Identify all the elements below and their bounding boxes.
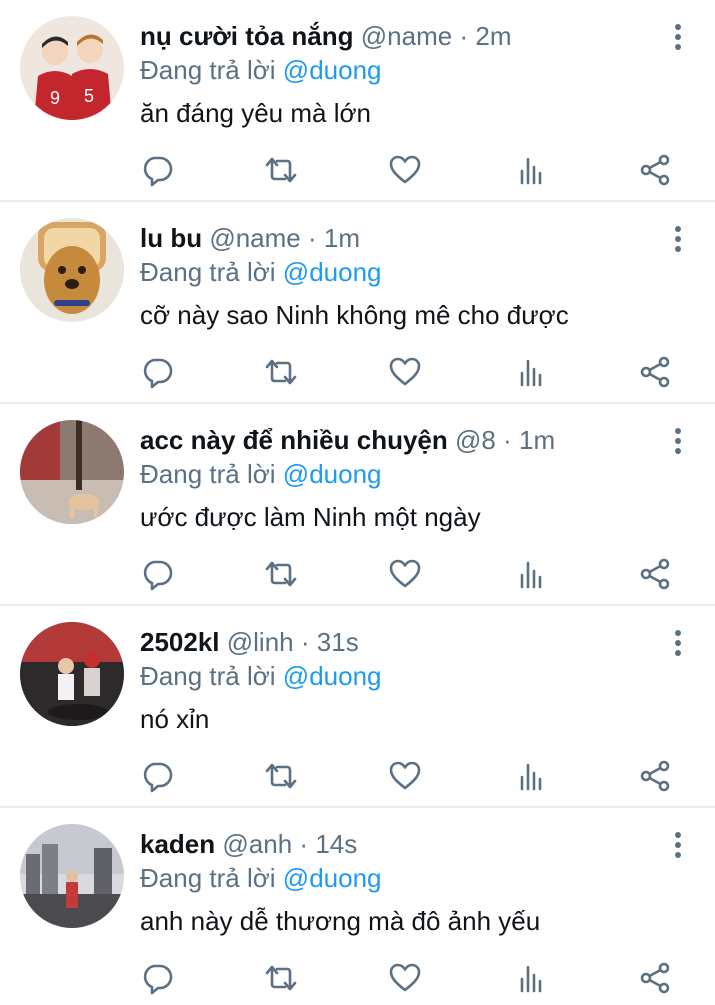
user-handle[interactable]: @linh bbox=[227, 627, 294, 657]
user-name[interactable]: kaden bbox=[140, 829, 215, 859]
more-vertical-icon[interactable] bbox=[668, 628, 688, 658]
action-bar bbox=[0, 756, 715, 796]
reply-icon[interactable] bbox=[137, 958, 177, 998]
avatar[interactable] bbox=[20, 218, 124, 322]
user-handle[interactable]: @name bbox=[209, 223, 300, 253]
separator-dot: · bbox=[503, 425, 512, 455]
reply-prefix: Đang trả lời bbox=[140, 257, 276, 287]
share-icon[interactable] bbox=[635, 150, 675, 190]
reply-prefix: Đang trả lời bbox=[140, 459, 276, 489]
share-icon[interactable] bbox=[635, 958, 675, 998]
like-icon[interactable] bbox=[385, 554, 425, 594]
tweet-item[interactable]: lu bu @name · 1m Đang trả lời @duong cỡ … bbox=[0, 202, 715, 404]
timestamp[interactable]: 1m bbox=[519, 425, 555, 455]
reply-context: Đang trả lời @duong bbox=[140, 862, 382, 894]
tweet-header: nụ cười tỏa nắng @name · 2m bbox=[140, 20, 511, 52]
user-name[interactable]: lu bu bbox=[140, 223, 202, 253]
separator-dot: · bbox=[459, 21, 469, 51]
stats-icon[interactable] bbox=[511, 554, 551, 594]
share-icon[interactable] bbox=[635, 554, 675, 594]
avatar[interactable] bbox=[20, 824, 124, 928]
reply-icon[interactable] bbox=[137, 756, 177, 796]
reply-context: Đang trả lời @duong bbox=[140, 458, 382, 490]
more-vertical-icon[interactable] bbox=[668, 224, 688, 254]
action-bar bbox=[0, 352, 715, 392]
timestamp[interactable]: 1m bbox=[324, 223, 360, 253]
retweet-icon[interactable] bbox=[261, 756, 301, 796]
tweet-text: anh này dễ thương mà đô ảnh yếu bbox=[140, 906, 541, 936]
avatar[interactable] bbox=[20, 420, 124, 524]
stats-icon[interactable] bbox=[511, 958, 551, 998]
share-icon[interactable] bbox=[635, 756, 675, 796]
like-icon[interactable] bbox=[385, 958, 425, 998]
reply-prefix: Đang trả lời bbox=[140, 55, 276, 85]
user-name[interactable]: 2502kl bbox=[140, 627, 220, 657]
separator-dot: · bbox=[299, 829, 309, 859]
like-icon[interactable] bbox=[385, 352, 425, 392]
user-handle[interactable]: @name bbox=[361, 21, 452, 51]
retweet-icon[interactable] bbox=[261, 958, 301, 998]
timestamp[interactable]: 14s bbox=[315, 829, 357, 859]
reply-context: Đang trả lời @duong bbox=[140, 660, 382, 692]
tweet-item[interactable]: acc này để nhiều chuyện @8 · 1m Đang trả… bbox=[0, 404, 715, 606]
timestamp[interactable]: 31s bbox=[317, 627, 359, 657]
tweet-item[interactable]: kaden @anh · 14s Đang trả lời @duong anh… bbox=[0, 808, 715, 1005]
like-icon[interactable] bbox=[385, 756, 425, 796]
like-icon[interactable] bbox=[385, 150, 425, 190]
tweet-header: 2502kl @linh · 31s bbox=[140, 626, 359, 658]
reply-icon[interactable] bbox=[137, 352, 177, 392]
tweet-text: cỡ này sao Ninh không mê cho được bbox=[140, 300, 569, 330]
action-bar bbox=[0, 554, 715, 594]
more-vertical-icon[interactable] bbox=[668, 22, 688, 52]
user-name[interactable]: acc này để nhiều chuyện bbox=[140, 425, 448, 455]
mention-link[interactable]: @duong bbox=[283, 661, 382, 691]
user-handle[interactable]: @8 bbox=[455, 425, 496, 455]
avatar[interactable]: 9 5 bbox=[20, 16, 124, 120]
user-name[interactable]: nụ cười tỏa nắng bbox=[140, 21, 354, 51]
user-handle[interactable]: @anh bbox=[222, 829, 292, 859]
reply-icon[interactable] bbox=[137, 150, 177, 190]
retweet-icon[interactable] bbox=[261, 352, 301, 392]
share-icon[interactable] bbox=[635, 352, 675, 392]
tweet-header: kaden @anh · 14s bbox=[140, 828, 357, 860]
retweet-icon[interactable] bbox=[261, 150, 301, 190]
stats-icon[interactable] bbox=[511, 352, 551, 392]
avatar[interactable] bbox=[20, 622, 124, 726]
action-bar bbox=[0, 150, 715, 190]
retweet-icon[interactable] bbox=[261, 554, 301, 594]
tweet-item[interactable]: 2502kl @linh · 31s Đang trả lời @duong n… bbox=[0, 606, 715, 808]
reply-prefix: Đang trả lời bbox=[140, 863, 276, 893]
tweet-header: acc này để nhiều chuyện @8 · 1m bbox=[140, 424, 555, 456]
reply-icon[interactable] bbox=[137, 554, 177, 594]
reply-prefix: Đang trả lời bbox=[140, 661, 276, 691]
reply-context: Đang trả lời @duong bbox=[140, 54, 382, 86]
tweet-item[interactable]: 9 5 nụ cười tỏa nắng @name · 2m Đang trả… bbox=[0, 0, 715, 202]
stats-icon[interactable] bbox=[511, 150, 551, 190]
timestamp[interactable]: 2m bbox=[475, 21, 511, 51]
svg-text:9: 9 bbox=[50, 88, 60, 108]
reply-context: Đang trả lời @duong bbox=[140, 256, 382, 288]
action-bar bbox=[0, 958, 715, 998]
tweet-text: ăn đáng yêu mà lớn bbox=[140, 98, 371, 128]
tweet-text: ước được làm Ninh một ngày bbox=[140, 502, 481, 532]
mention-link[interactable]: @duong bbox=[283, 55, 382, 85]
mention-link[interactable]: @duong bbox=[283, 863, 382, 893]
tweet-header: lu bu @name · 1m bbox=[140, 222, 360, 254]
mention-link[interactable]: @duong bbox=[283, 459, 382, 489]
stats-icon[interactable] bbox=[511, 756, 551, 796]
svg-text:5: 5 bbox=[84, 86, 94, 106]
more-vertical-icon[interactable] bbox=[668, 830, 688, 860]
separator-dot: · bbox=[300, 627, 310, 657]
more-vertical-icon[interactable] bbox=[668, 426, 688, 456]
separator-dot: · bbox=[308, 223, 317, 253]
tweet-text: nó xỉn bbox=[140, 704, 210, 734]
mention-link[interactable]: @duong bbox=[283, 257, 382, 287]
